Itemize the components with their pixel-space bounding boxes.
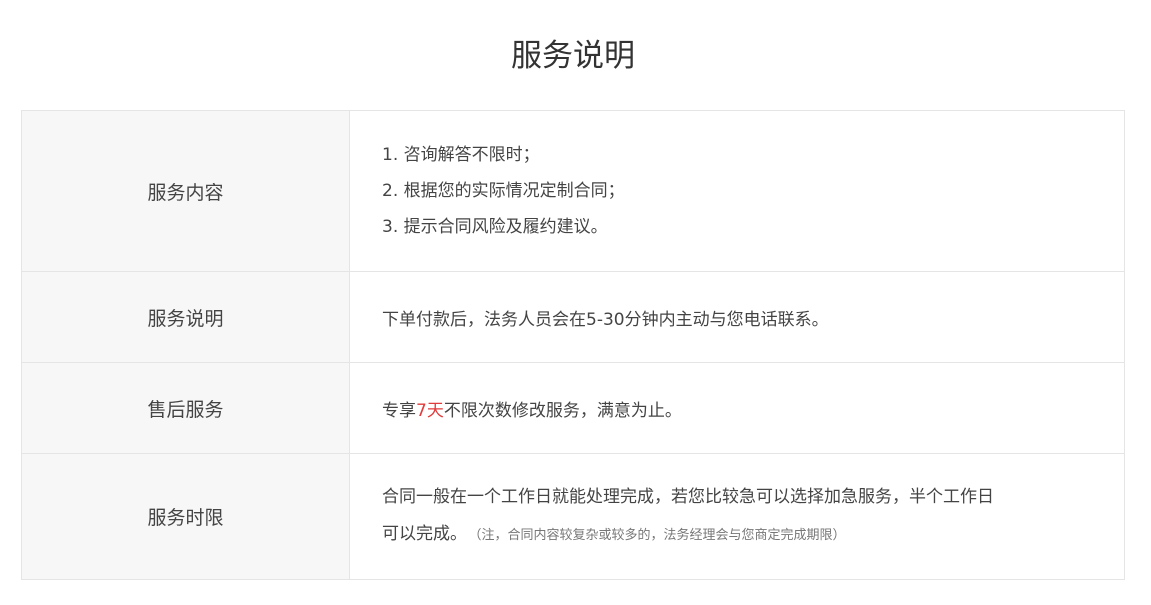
row-label: 服务内容 [22,111,350,271]
page-title: 服务说明 [511,38,635,74]
row-content: 下单付款后，法务人员会在5-30分钟内主动与您电话联系。 [350,272,1124,362]
service-table: 服务内容 1. 咨询解答不限时； 2. 根据您的实际情况定制合同； 3. 提示合… [21,110,1125,580]
service-list: 1. 咨询解答不限时； 2. 根据您的实际情况定制合同； 3. 提示合同风险及履… [382,137,625,245]
table-row-time-limit: 服务时限 合同一般在一个工作日就能处理完成，若您比较急可以选择加急服务，半个工作… [22,453,1124,579]
row-text: 专享7天不限次数修改服务，满意为止。 [382,396,682,421]
table-row-service-description: 服务说明 下单付款后，法务人员会在5-30分钟内主动与您电话联系。 [22,271,1124,362]
highlight-days: 7天 [416,400,444,421]
list-item: 2. 根据您的实际情况定制合同； [382,181,625,201]
deadline-text-block: 合同一般在一个工作日就能处理完成，若您比较急可以选择加急服务，半个工作日可以完成… [382,479,1002,554]
table-row-service-content: 服务内容 1. 咨询解答不限时； 2. 根据您的实际情况定制合同； 3. 提示合… [22,111,1124,271]
table-row-after-sales: 售后服务 专享7天不限次数修改服务，满意为止。 [22,362,1124,453]
text-before: 专享 [382,400,416,421]
text-after: 不限次数修改服务，满意为止。 [443,400,682,421]
row-text: 下单付款后，法务人员会在5-30分钟内主动与您电话联系。 [382,309,829,330]
row-label: 服务说明 [22,272,350,362]
list-item: 3. 提示合同风险及履约建议。 [382,217,608,237]
list-item: 1. 咨询解答不限时； [382,145,540,165]
row-content: 1. 咨询解答不限时； 2. 根据您的实际情况定制合同； 3. 提示合同风险及履… [350,111,1124,271]
row-label: 服务时限 [22,454,350,579]
row-label: 售后服务 [22,363,350,453]
footnote: （注，合同内容较复杂或较多的，法务经理会与您商定完成期限） [475,528,846,543]
row-content: 专享7天不限次数修改服务，满意为止。 [350,363,1124,453]
row-content: 合同一般在一个工作日就能处理完成，若您比较急可以选择加急服务，半个工作日可以完成… [350,454,1124,579]
